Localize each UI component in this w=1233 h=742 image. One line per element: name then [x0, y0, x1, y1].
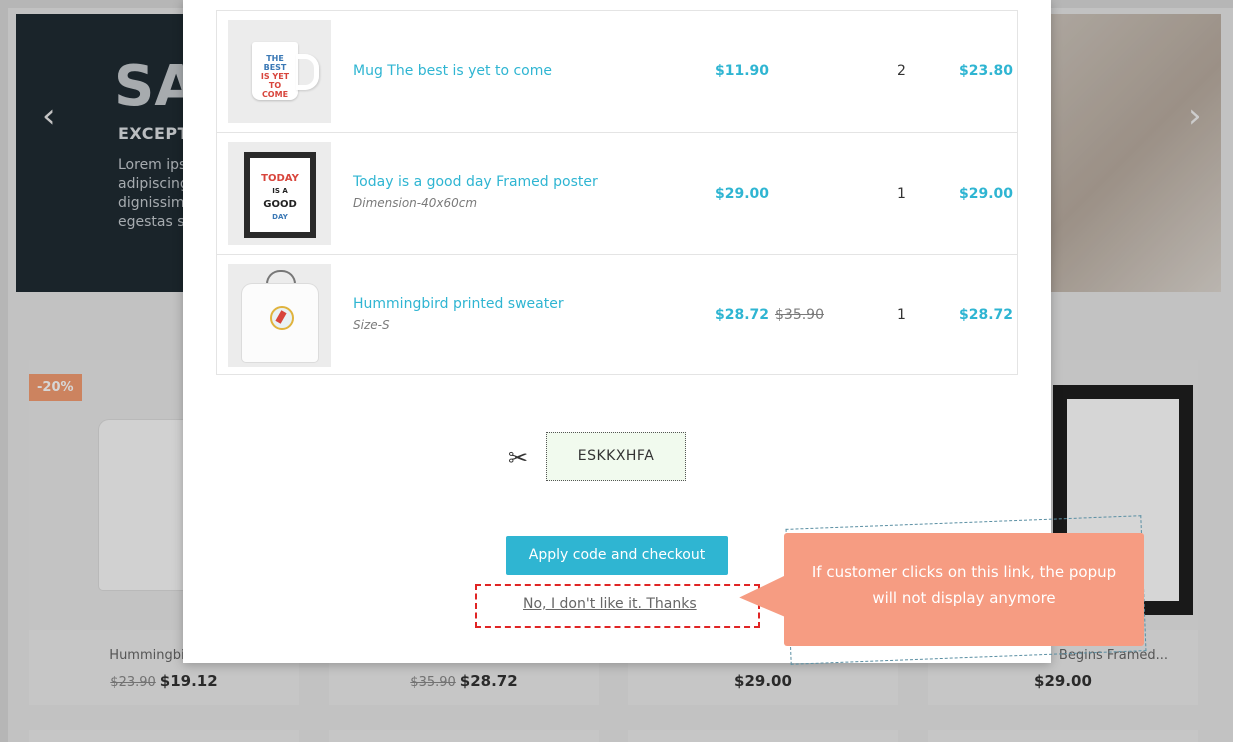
cart-product-name[interactable]: Hummingbird printed sweater — [353, 296, 564, 312]
mug-print-line: THE BEST — [263, 54, 287, 72]
unit-price: $29.00 — [715, 186, 770, 202]
apply-code-button[interactable]: Apply code and checkout — [506, 536, 728, 575]
cart-items-table: THE BEST IS YET TO COME Mug The best is … — [216, 10, 1018, 375]
cart-row: Hummingbird printed sweater Size-S $28.7… — [217, 255, 1017, 377]
quantity: 2 — [897, 63, 906, 79]
mug-handle — [296, 54, 319, 90]
annotation-callout: If customer clicks on this link, the pop… — [784, 533, 1144, 646]
line-total: $23.80 — [959, 63, 1014, 79]
quantity: 1 — [897, 186, 906, 202]
poster-image: TODAY IS A GOOD DAY — [244, 152, 316, 238]
quantity: 1 — [897, 307, 906, 323]
poster-print-line: DAY — [272, 213, 288, 221]
product-thumbnail[interactable]: TODAY IS A GOOD DAY — [228, 142, 331, 245]
product-attribute: Size-S — [353, 318, 390, 332]
poster-print-line: IS A — [272, 187, 288, 195]
regular-price: $35.90 — [775, 307, 824, 323]
cart-row: TODAY IS A GOOD DAY Today is a good day … — [217, 133, 1017, 255]
poster-print-line: GOOD — [263, 199, 297, 210]
mug-print-line: COME — [261, 90, 289, 99]
cart-product-name[interactable]: Mug The best is yet to come — [353, 63, 552, 79]
coupon-code[interactable]: ESKKXHFA — [546, 432, 686, 481]
sweater-image — [242, 284, 318, 362]
unit-price: $28.72 — [715, 307, 770, 323]
cart-row: THE BEST IS YET TO COME Mug The best is … — [217, 11, 1017, 133]
mug-print-line: IS YET TO — [260, 72, 290, 90]
unit-price: $11.90 — [715, 63, 770, 79]
decline-link[interactable]: No, I don't like it. Thanks — [523, 596, 697, 612]
mug-image: THE BEST IS YET TO COME — [252, 42, 298, 100]
product-thumbnail[interactable]: THE BEST IS YET TO COME — [228, 20, 331, 123]
product-attribute: Dimension-40x60cm — [353, 196, 478, 210]
cart-product-name[interactable]: Today is a good day Framed poster — [353, 174, 598, 190]
line-total: $29.00 — [959, 186, 1014, 202]
mug-print: THE BEST IS YET TO COME — [258, 54, 292, 99]
product-thumbnail[interactable] — [228, 264, 331, 367]
line-total: $28.72 — [959, 307, 1014, 323]
hummingbird-logo — [270, 306, 294, 330]
poster-print: TODAY IS A GOOD DAY — [250, 158, 310, 232]
scissors-icon: ✂ — [508, 444, 529, 472]
poster-print-line: TODAY — [261, 173, 299, 184]
